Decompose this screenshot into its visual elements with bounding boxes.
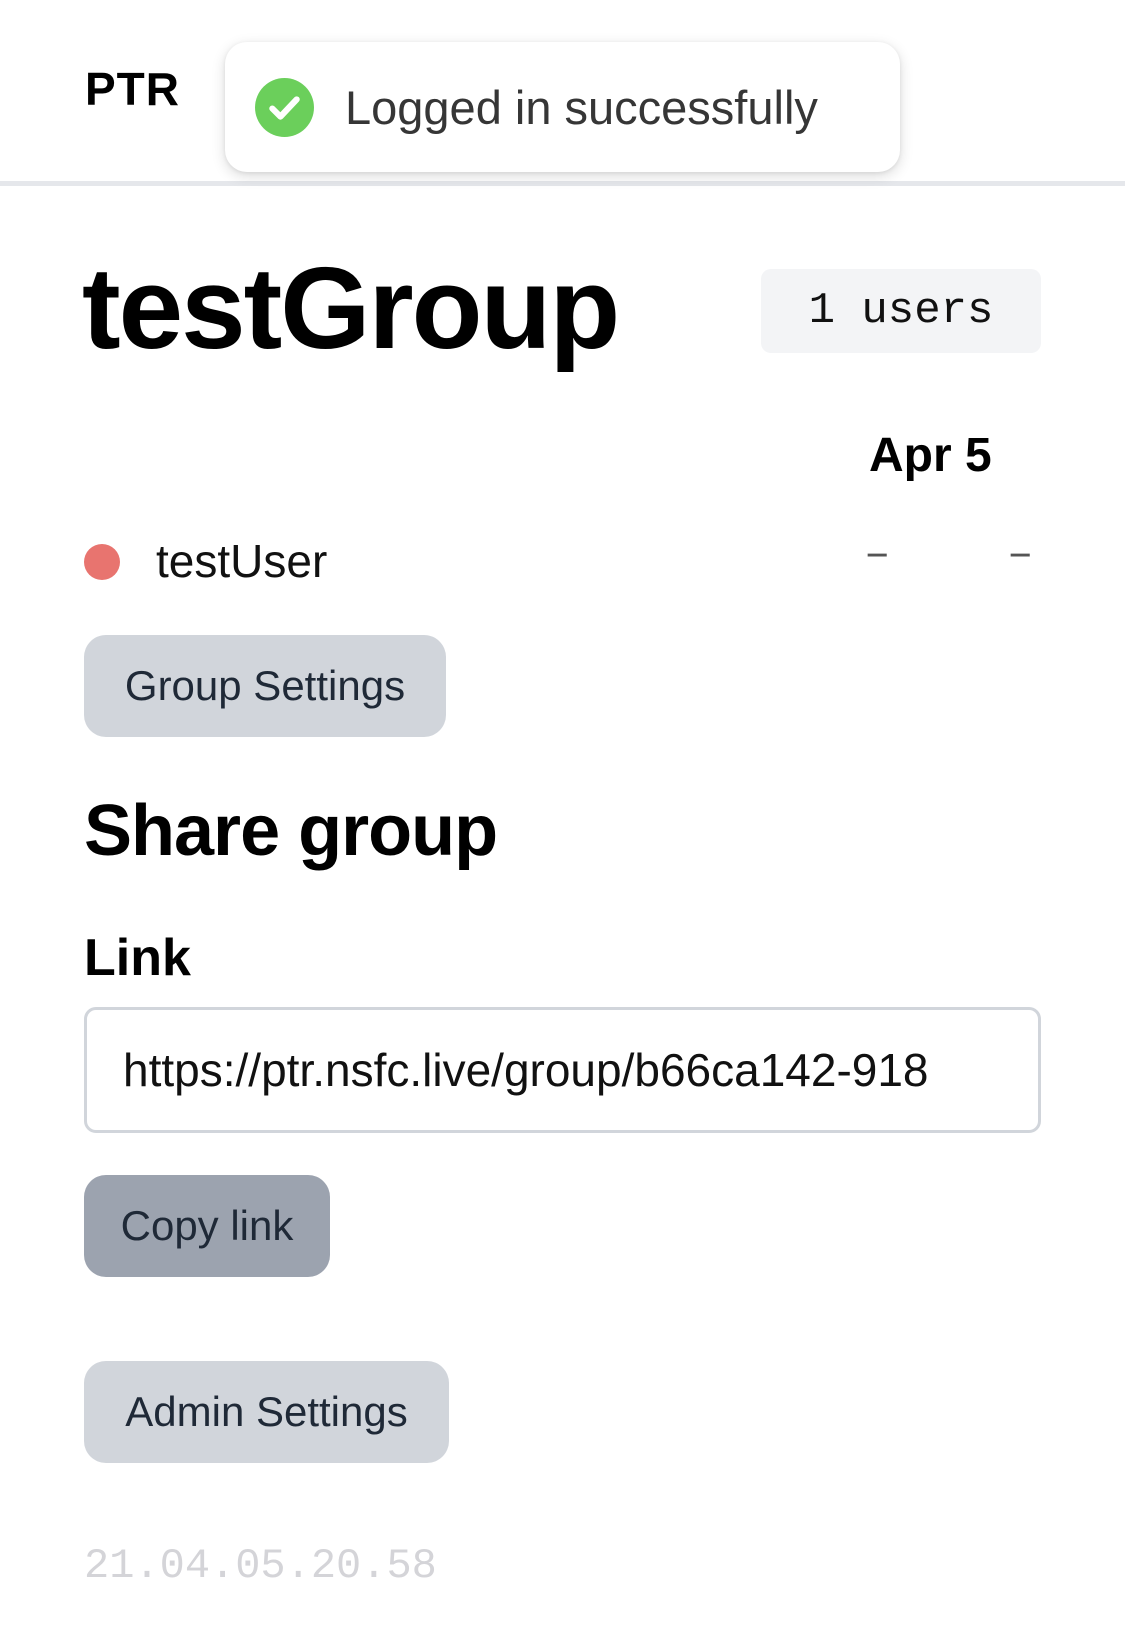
brand-logo[interactable]: PTR (85, 62, 180, 116)
group-settings-button[interactable]: Group Settings (84, 635, 446, 737)
page: PTR Logged in successfully testGroup 1 u… (0, 0, 1125, 1648)
toast-message: Logged in successfully (345, 80, 818, 134)
check-circle-icon (255, 77, 314, 137)
admin-settings-button[interactable]: Admin Settings (84, 1361, 449, 1463)
copy-link-button[interactable]: Copy link (84, 1175, 330, 1277)
member-value: – (864, 530, 891, 580)
date-column-header: Apr 5 (869, 429, 992, 482)
link-label: Link (84, 929, 191, 987)
user-count-badge: 1 users (761, 269, 1041, 353)
login-toast: Logged in successfully (225, 42, 900, 172)
member-row: testUser – – (84, 530, 1044, 600)
group-title: testGroup (82, 243, 620, 373)
version-label: 21.04.05.20.58 (84, 1542, 437, 1590)
share-group-heading: Share group (84, 791, 498, 871)
member-name: testUser (156, 535, 328, 587)
status-dot (84, 544, 120, 580)
share-link-field[interactable] (84, 1007, 1041, 1133)
member-value: – (1007, 530, 1034, 580)
